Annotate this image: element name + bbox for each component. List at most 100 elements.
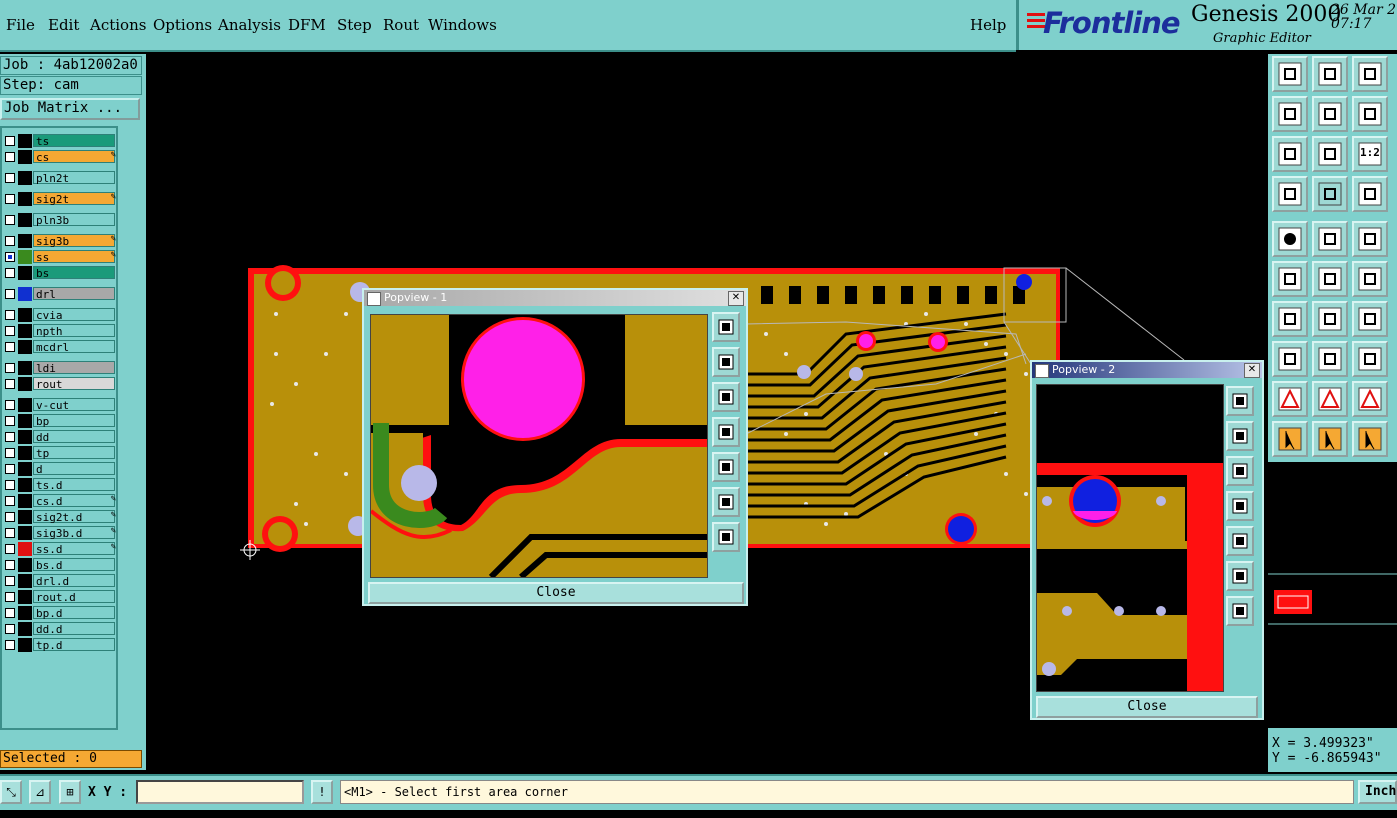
popview-1-canvas[interactable] — [370, 314, 708, 578]
layer-row-ts[interactable]: ts — [2, 134, 118, 148]
zoom-area-icon[interactable]: ⤡ — [0, 780, 22, 804]
menu-windows[interactable]: Windows — [428, 16, 497, 34]
select3-icon[interactable] — [1352, 421, 1388, 457]
layer-checkbox[interactable] — [5, 326, 15, 336]
zoom-fit-icon[interactable] — [1226, 386, 1254, 416]
pan-up-icon[interactable] — [1312, 56, 1348, 92]
zoom-home-icon[interactable] — [1272, 56, 1308, 92]
tri2-icon[interactable] — [1312, 381, 1348, 417]
layer-row-cs[interactable]: cs ✎ — [2, 150, 118, 164]
window-menu-icon[interactable] — [1035, 364, 1049, 378]
layer-row-rout[interactable]: rout — [2, 377, 118, 391]
move-icon[interactable] — [1352, 261, 1388, 297]
units-button[interactable]: Inch — [1358, 780, 1397, 804]
layer-color-swatch[interactable] — [18, 430, 32, 444]
job-matrix-button[interactable]: Job Matrix ... — [0, 98, 140, 120]
pan-right-icon[interactable] — [712, 452, 740, 482]
layer-checkbox[interactable] — [5, 289, 15, 299]
measure-icon[interactable]: ⊿ — [29, 780, 51, 804]
ratio-icon[interactable]: 1:2 — [1352, 136, 1388, 172]
layer-color-swatch[interactable] — [18, 622, 32, 636]
layer-row-ts-d[interactable]: ts.d — [2, 478, 118, 492]
layer-checkbox[interactable] — [5, 528, 15, 538]
layer-checkbox[interactable] — [5, 496, 15, 506]
layer-row-npth[interactable]: npth — [2, 324, 118, 338]
grid-snap-icon[interactable]: ⊞ — [59, 780, 81, 804]
fill-icon[interactable] — [1272, 221, 1308, 257]
layer-color-swatch[interactable] — [18, 324, 32, 338]
layer-color-swatch[interactable] — [18, 150, 32, 164]
pan-up-icon[interactable] — [712, 347, 740, 377]
layer-checkbox[interactable] — [5, 268, 15, 278]
layer-row-pln3b[interactable]: pln3b — [2, 213, 118, 227]
layer-checkbox[interactable] — [5, 194, 15, 204]
layer-checkbox[interactable] — [5, 236, 15, 246]
popview-1-titlebar[interactable]: Popview - 1 ✕ — [364, 290, 746, 306]
layer-name[interactable]: cvia — [33, 308, 115, 322]
layer-checkbox[interactable] — [5, 342, 15, 352]
pan-left-icon[interactable] — [712, 417, 740, 447]
layer-name[interactable]: cs.d — [33, 494, 115, 508]
menu-help[interactable]: Help — [970, 16, 1006, 34]
close-icon[interactable]: ✕ — [1244, 363, 1260, 378]
home-icon[interactable] — [1352, 56, 1388, 92]
layer-row-dd-d[interactable]: dd.d — [2, 622, 118, 636]
menu-edit[interactable]: Edit — [48, 16, 79, 34]
menu-dfm[interactable]: DFM — [288, 16, 326, 34]
layer-checkbox[interactable] — [5, 400, 15, 410]
layer-row-ss[interactable]: ss ✎ — [2, 250, 118, 264]
layer-color-swatch[interactable] — [18, 478, 32, 492]
connect-icon[interactable] — [1272, 261, 1308, 297]
menu-step[interactable]: Step — [337, 16, 372, 34]
delete-icon[interactable] — [1312, 261, 1348, 297]
layer-color-swatch[interactable] — [18, 494, 32, 508]
layer-color-swatch[interactable] — [18, 171, 32, 185]
layer-row-pln2t[interactable]: pln2t — [2, 171, 118, 185]
fit-icon[interactable] — [1272, 136, 1308, 172]
layer-checkbox[interactable] — [5, 173, 15, 183]
pan-down-icon[interactable] — [712, 382, 740, 412]
layer-checkbox[interactable] — [5, 416, 15, 426]
rotate-icon[interactable] — [1352, 301, 1388, 337]
layer-name[interactable]: pln3b — [33, 213, 115, 227]
layer-color-swatch[interactable] — [18, 606, 32, 620]
ruler-icon[interactable] — [1352, 221, 1388, 257]
layer-checkbox[interactable] — [5, 310, 15, 320]
layer-checkbox[interactable] — [5, 608, 15, 618]
zoom-in-icon[interactable] — [712, 487, 740, 517]
layer-color-swatch[interactable] — [18, 574, 32, 588]
layer-row-bs-d[interactable]: bs.d — [2, 558, 118, 572]
layer-row-drl[interactable]: drl — [2, 287, 118, 301]
layer-color-swatch[interactable] — [18, 361, 32, 375]
layer-name[interactable]: pln2t — [33, 171, 115, 185]
select-icon[interactable] — [1272, 421, 1308, 457]
layers-icon[interactable] — [1352, 176, 1388, 212]
popview-2-canvas[interactable] — [1036, 384, 1224, 692]
layer-name[interactable]: sig2t.d — [33, 510, 115, 524]
menu-options[interactable]: Options — [153, 16, 212, 34]
layer-name[interactable]: v-cut — [33, 398, 115, 412]
zoom-in-icon[interactable] — [1226, 561, 1254, 591]
layer-row-bp-d[interactable]: bp.d — [2, 606, 118, 620]
layer-name[interactable]: tp.d — [33, 638, 115, 652]
layer-name[interactable]: sig2t — [33, 192, 115, 206]
layer-color-swatch[interactable] — [18, 134, 32, 148]
layer-name[interactable]: rout.d — [33, 590, 115, 604]
layer-color-swatch[interactable] — [18, 250, 32, 264]
layer-name[interactable]: npth — [33, 324, 115, 338]
alert-icon[interactable]: ! — [311, 780, 333, 804]
popview-2-titlebar[interactable]: Popview - 2 ✕ — [1032, 362, 1262, 378]
pan-down-icon[interactable] — [1226, 456, 1254, 486]
layer-name[interactable]: bp.d — [33, 606, 115, 620]
zoom-out-icon[interactable] — [1226, 596, 1254, 626]
layer-name[interactable]: cs — [33, 150, 115, 164]
layer-checkbox[interactable] — [5, 363, 15, 373]
layer-row-drl-d[interactable]: drl.d — [2, 574, 118, 588]
layer-row-tp[interactable]: tp — [2, 446, 118, 460]
layer-color-swatch[interactable] — [18, 308, 32, 322]
layer-color-swatch[interactable] — [18, 510, 32, 524]
layer-name[interactable]: mcdrl — [33, 340, 115, 354]
select2-icon[interactable] — [1312, 421, 1348, 457]
layer-checkbox[interactable] — [5, 624, 15, 634]
layer-color-swatch[interactable] — [18, 558, 32, 572]
